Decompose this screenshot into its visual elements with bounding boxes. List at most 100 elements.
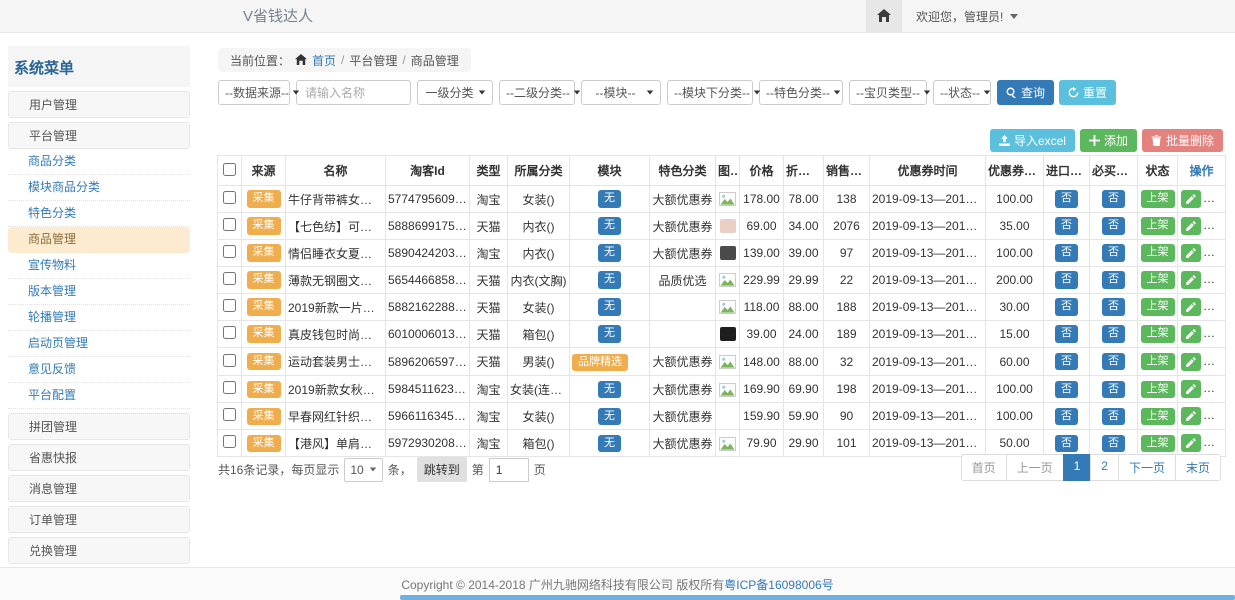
edit-button[interactable]	[1181, 298, 1201, 316]
status-badge[interactable]: 上架	[1141, 325, 1175, 342]
query-button[interactable]: 查询	[997, 80, 1054, 105]
filter-select[interactable]: --状态--	[933, 80, 991, 105]
horizontal-scrollbar[interactable]	[400, 595, 1235, 600]
jump-page-input[interactable]	[489, 458, 529, 482]
import-pick-badge[interactable]: 否	[1055, 435, 1078, 452]
sidebar-sub-item[interactable]: 版本管理	[8, 279, 190, 305]
filter-select[interactable]: --数据来源--	[218, 80, 290, 105]
product-name-input[interactable]	[296, 80, 411, 105]
cell-coupon-time: 2019-09-13—2019-09-20	[870, 321, 986, 348]
sidebar-sub-item[interactable]: 轮播管理	[8, 305, 190, 331]
home-button[interactable]	[866, 0, 902, 33]
column-header[interactable]: 操作	[1178, 156, 1226, 186]
page-button-active[interactable]: 1	[1063, 454, 1092, 481]
breadcrumb-item[interactable]: 平台管理	[349, 52, 397, 69]
reset-button[interactable]: 重置	[1059, 80, 1116, 105]
row-checkbox[interactable]	[223, 299, 236, 312]
sidebar-sub-item[interactable]: 模块商品分类	[8, 175, 190, 201]
import-pick-badge[interactable]: 否	[1055, 217, 1078, 234]
status-badge[interactable]: 上架	[1141, 271, 1175, 288]
sidebar-sub-item[interactable]: 平台配置	[8, 383, 190, 409]
status-badge[interactable]: 上架	[1141, 353, 1175, 370]
page-button[interactable]: 首页	[961, 454, 1007, 481]
jump-button[interactable]: 跳转到	[417, 457, 467, 482]
sidebar-section-item[interactable]: 订单管理	[8, 506, 190, 533]
per-page-select[interactable]: 10	[344, 458, 382, 482]
filter-select[interactable]: 一级分类	[417, 80, 493, 105]
row-checkbox[interactable]	[223, 245, 236, 258]
add-button[interactable]: 添加	[1080, 129, 1137, 152]
filter-select[interactable]: --模块下分类--	[667, 80, 753, 105]
edit-button[interactable]	[1181, 434, 1201, 452]
edit-button[interactable]	[1181, 244, 1201, 262]
sidebar-section-item[interactable]: 兑换管理	[8, 537, 190, 564]
user-menu[interactable]: 欢迎您，管理员!	[902, 0, 1032, 33]
icp-link[interactable]: 粤ICP备16098006号	[724, 576, 833, 593]
edit-button[interactable]	[1181, 325, 1201, 343]
row-checkbox[interactable]	[223, 218, 236, 231]
import-pick-badge[interactable]: 否	[1055, 325, 1078, 342]
edit-button[interactable]	[1181, 190, 1201, 208]
select-all-checkbox[interactable]	[223, 163, 236, 176]
sidebar-item-active[interactable]: 商品管理	[8, 227, 190, 253]
row-checkbox[interactable]	[223, 272, 236, 285]
status-badge[interactable]: 上架	[1141, 435, 1175, 452]
batch-delete-button[interactable]: 批量删除	[1142, 129, 1223, 152]
edit-button[interactable]	[1181, 380, 1201, 398]
filter-select[interactable]: --模块--	[581, 80, 661, 105]
must-buy-badge[interactable]: 否	[1102, 244, 1125, 261]
sidebar-section-item[interactable]: 省惠快报	[8, 444, 190, 471]
status-badge[interactable]: 上架	[1141, 408, 1175, 425]
must-buy-badge[interactable]: 否	[1102, 325, 1125, 342]
must-buy-badge[interactable]: 否	[1102, 217, 1125, 234]
import-excel-button[interactable]: 导入excel	[990, 129, 1075, 152]
sidebar-sub-item[interactable]: 意见反馈	[8, 357, 190, 383]
must-buy-badge[interactable]: 否	[1102, 190, 1125, 207]
must-buy-badge[interactable]: 否	[1102, 408, 1125, 425]
sidebar-sub-item[interactable]: 商品分类	[8, 149, 190, 175]
sidebar-section-item[interactable]: 平台管理	[8, 122, 190, 149]
edit-button[interactable]	[1181, 353, 1201, 371]
breadcrumb-home-link[interactable]: 首页	[312, 52, 336, 69]
must-buy-badge[interactable]: 否	[1102, 298, 1125, 315]
page-button[interactable]: 2	[1090, 454, 1119, 481]
page-button[interactable]: 上一页	[1006, 454, 1064, 481]
import-pick-badge[interactable]: 否	[1055, 408, 1078, 425]
sidebar-sub-item[interactable]: 特色分类	[8, 201, 190, 227]
page-button[interactable]: 末页	[1175, 454, 1221, 481]
must-buy-badge[interactable]: 否	[1102, 435, 1125, 452]
row-checkbox[interactable]	[223, 191, 236, 204]
filter-select[interactable]: --特色分类--	[759, 80, 843, 105]
page-button[interactable]: 下一页	[1118, 454, 1176, 481]
row-checkbox[interactable]	[223, 408, 236, 421]
breadcrumb-item[interactable]: 商品管理	[411, 52, 459, 69]
sidebar-section-item[interactable]: 用户管理	[8, 91, 190, 118]
row-checkbox[interactable]	[223, 354, 236, 367]
import-pick-badge[interactable]: 否	[1055, 244, 1078, 261]
sidebar-section-item[interactable]: 拼团管理	[8, 413, 190, 440]
status-badge[interactable]: 上架	[1141, 190, 1175, 207]
edit-button[interactable]	[1181, 407, 1201, 425]
row-checkbox[interactable]	[223, 435, 236, 448]
sidebar-sub-item[interactable]: 宣传物料	[8, 253, 190, 279]
import-pick-badge[interactable]: 否	[1055, 381, 1078, 398]
import-pick-badge[interactable]: 否	[1055, 298, 1078, 315]
status-badge[interactable]: 上架	[1141, 217, 1175, 234]
edit-button[interactable]	[1181, 217, 1201, 235]
must-buy-badge[interactable]: 否	[1102, 381, 1125, 398]
status-badge[interactable]: 上架	[1141, 381, 1175, 398]
must-buy-badge[interactable]: 否	[1102, 353, 1125, 370]
sidebar-section-item[interactable]: 消息管理	[8, 475, 190, 502]
must-buy-badge[interactable]: 否	[1102, 271, 1125, 288]
filter-select[interactable]: --二级分类--	[499, 80, 575, 105]
row-checkbox[interactable]	[223, 381, 236, 394]
status-badge[interactable]: 上架	[1141, 244, 1175, 261]
import-pick-badge[interactable]: 否	[1055, 271, 1078, 288]
row-checkbox[interactable]	[223, 326, 236, 339]
sidebar-sub-item[interactable]: 启动页管理	[8, 331, 190, 357]
filter-select[interactable]: --宝贝类型--	[849, 80, 927, 105]
edit-button[interactable]	[1181, 271, 1201, 289]
import-pick-badge[interactable]: 否	[1055, 353, 1078, 370]
import-pick-badge[interactable]: 否	[1055, 190, 1078, 207]
status-badge[interactable]: 上架	[1141, 298, 1175, 315]
